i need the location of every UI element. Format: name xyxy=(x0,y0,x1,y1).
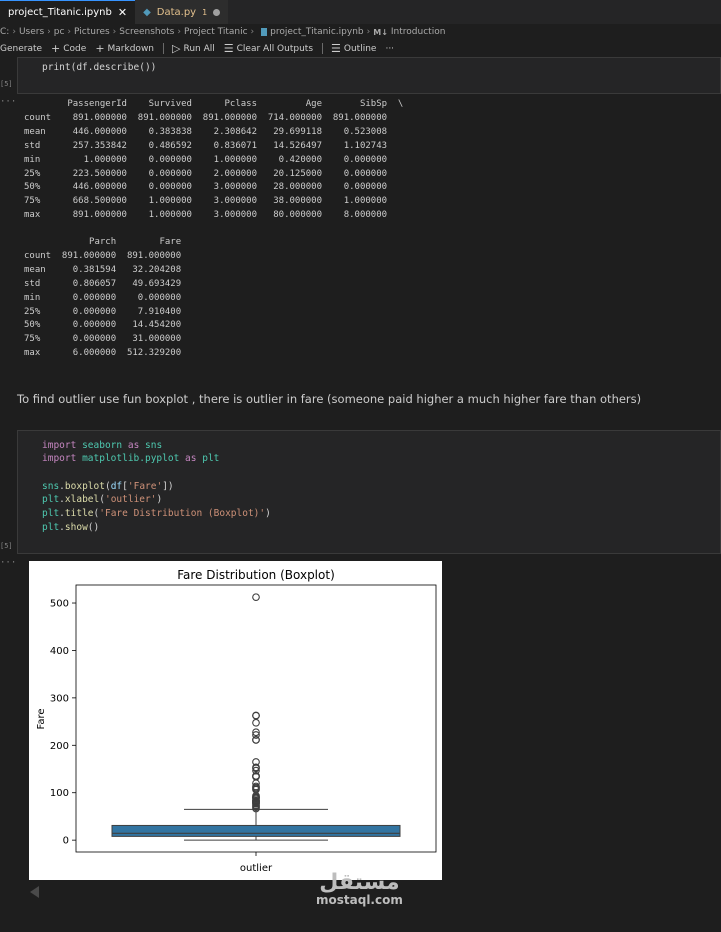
generate-label: Generate xyxy=(0,43,43,54)
toolbar-divider xyxy=(322,43,324,54)
notebook-icon xyxy=(261,28,268,36)
outlier-point xyxy=(252,711,260,720)
watermark-arabic: مستقل xyxy=(319,870,400,895)
run-all-button[interactable]: ▷ Run All xyxy=(172,42,215,55)
y-tick-label: 200 xyxy=(50,741,69,752)
unsaved-dot-icon[interactable] xyxy=(213,8,221,16)
chevron-right-icon: › xyxy=(250,27,255,37)
y-tick-label: 400 xyxy=(50,646,69,657)
markdown-label: Markdown xyxy=(107,43,155,54)
tab-data-py[interactable]: ◆ Data.py 1 xyxy=(135,0,229,24)
clear-outputs-button[interactable]: ☰ Clear All Outputs xyxy=(224,42,313,55)
code-line[interactable]: plt.title('Fare Distribution (Boxplot)') xyxy=(42,508,271,519)
chart-title: Fare Distribution (Boxplot) xyxy=(177,568,335,582)
outline-label: Outline xyxy=(343,43,377,54)
add-code-button[interactable]: + Code xyxy=(51,42,86,55)
run-all-icon: ▷ xyxy=(172,42,181,55)
breadcrumb: C: › Users › pc › Pictures › Screenshots › Pr… xyxy=(0,24,721,40)
chevron-right-icon: › xyxy=(47,27,51,37)
clear-outputs-icon: ☰ xyxy=(223,42,234,55)
code-line[interactable]: import seaborn as sns xyxy=(42,440,162,451)
describe-output-table-1: PassengerId Survived Pclass Age SibSp \ … xyxy=(24,99,404,221)
code-label: Code xyxy=(63,43,87,54)
clear-outputs-label: Clear All Outputs xyxy=(236,43,314,54)
y-axis-label: Fare xyxy=(36,708,47,729)
y-tick-label: 0 xyxy=(63,836,69,847)
play-icon[interactable] xyxy=(30,886,39,898)
toolbar-divider xyxy=(163,43,165,54)
code-line[interactable]: sns.boxplot(df['Fare']) xyxy=(42,481,174,492)
y-tick-label: 100 xyxy=(50,788,69,799)
add-markdown-button[interactable]: + Markdown xyxy=(95,42,154,55)
plus-icon: + xyxy=(95,42,105,55)
output-menu-icon[interactable]: ··· xyxy=(0,558,16,568)
problem-count-badge: 1 xyxy=(202,7,208,17)
chevron-right-icon: › xyxy=(177,27,181,37)
code-line[interactable]: plt.show() xyxy=(42,522,99,533)
breadcrumb-item[interactable]: Pictures xyxy=(74,27,110,37)
boxplot-chart: Fare Distribution (Boxplot) Fare outlier… xyxy=(36,568,437,874)
watermark-latin: mostaql.com xyxy=(316,893,403,907)
notebook-toolbar: Generate + Code + Markdown ▷ Run All ☰ C… xyxy=(0,40,721,57)
markdown-cell-text[interactable]: To find outlier use fun boxplot , there … xyxy=(17,392,641,406)
breadcrumb-item[interactable]: Screenshots xyxy=(119,27,174,37)
generate-button[interactable]: Generate xyxy=(0,44,42,54)
code-line[interactable]: plt.xlabel('outlier') xyxy=(42,494,162,505)
outlier-point xyxy=(252,718,260,727)
code-line[interactable]: print(df.describe()) xyxy=(42,62,156,73)
python-file-icon: ◆ xyxy=(143,6,151,18)
more-icon: ··· xyxy=(385,43,395,54)
breadcrumb-item[interactable]: Users xyxy=(19,27,44,37)
outlier-point xyxy=(252,593,260,602)
chevron-right-icon: › xyxy=(366,27,371,37)
boxplot-figure: Fare Distribution (Boxplot) Fare outlier… xyxy=(29,561,442,880)
breadcrumb-item[interactable]: Project Titanic xyxy=(184,27,248,37)
execution-count: [5] xyxy=(0,80,13,88)
y-tick-label: 300 xyxy=(50,693,69,704)
chevron-right-icon: › xyxy=(12,27,16,37)
outline-button[interactable]: ☰ Outline xyxy=(331,42,376,55)
iqr-box xyxy=(111,824,401,837)
chevron-right-icon: › xyxy=(67,27,72,37)
markdown-icon: M↓ xyxy=(373,27,388,37)
x-axis-label: outlier xyxy=(240,863,273,874)
tab-label: project_Titanic.ipynb xyxy=(8,7,112,18)
breadcrumb-item[interactable]: C: xyxy=(0,27,9,37)
watermark-logo: مستقل mostaql.com xyxy=(316,870,403,907)
more-actions-button[interactable]: ··· xyxy=(385,44,394,54)
describe-output-table-2: Parch Fare count 891.000000 891.000000 m… xyxy=(24,237,182,359)
output-menu-icon[interactable]: ··· xyxy=(0,97,16,107)
breadcrumb-item[interactable]: pc xyxy=(54,27,65,37)
breadcrumb-item-current[interactable]: Introduction xyxy=(391,27,446,37)
tab-bar: project_Titanic.ipynb ✕ ◆ Data.py 1 xyxy=(0,0,721,24)
code-line[interactable]: import matplotlib.pyplot as plt xyxy=(42,453,219,464)
chevron-right-icon: › xyxy=(112,27,117,37)
tab-project-titanic[interactable]: project_Titanic.ipynb ✕ xyxy=(0,0,136,24)
outline-icon: ☰ xyxy=(331,42,341,55)
run-all-label: Run All xyxy=(183,43,215,54)
y-tick-label: 500 xyxy=(50,599,69,610)
breadcrumb-item[interactable]: project_Titanic.ipynb xyxy=(270,27,363,37)
tab-label: Data.py xyxy=(156,6,197,18)
plus-icon: + xyxy=(51,42,61,55)
execution-count: [5] xyxy=(0,542,13,550)
close-icon[interactable]: ✕ xyxy=(118,6,127,19)
